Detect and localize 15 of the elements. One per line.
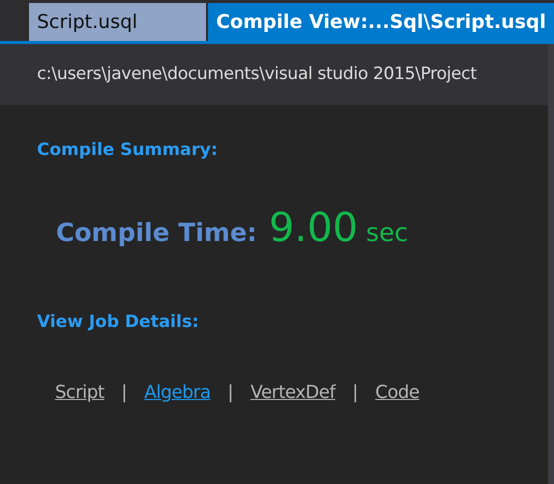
link-separator: | [352, 381, 358, 405]
job-detail-link[interactable]: VertexDef [250, 379, 336, 406]
compile-time-value: 9.00 [268, 204, 358, 252]
compile-time-label: Compile Time: [56, 216, 257, 248]
job-detail-link[interactable]: Algebra [144, 379, 210, 406]
editor-tab[interactable]: Compile View:...Sql\Script.usql [208, 3, 554, 41]
editor-tab[interactable]: Script.usql [29, 3, 206, 41]
file-path: c:\users\javene\documents\visual studio 2015\Project [37, 62, 477, 86]
link-separator: | [227, 381, 234, 405]
section-heading: View Job Details: [37, 310, 199, 334]
job-detail-link[interactable]: Code [375, 379, 420, 406]
job-detail-link[interactable]: Script [55, 379, 104, 406]
time-unit: sec [366, 216, 408, 248]
link-separator: | [121, 381, 128, 405]
section-heading: Compile Summary: [37, 139, 218, 162]
